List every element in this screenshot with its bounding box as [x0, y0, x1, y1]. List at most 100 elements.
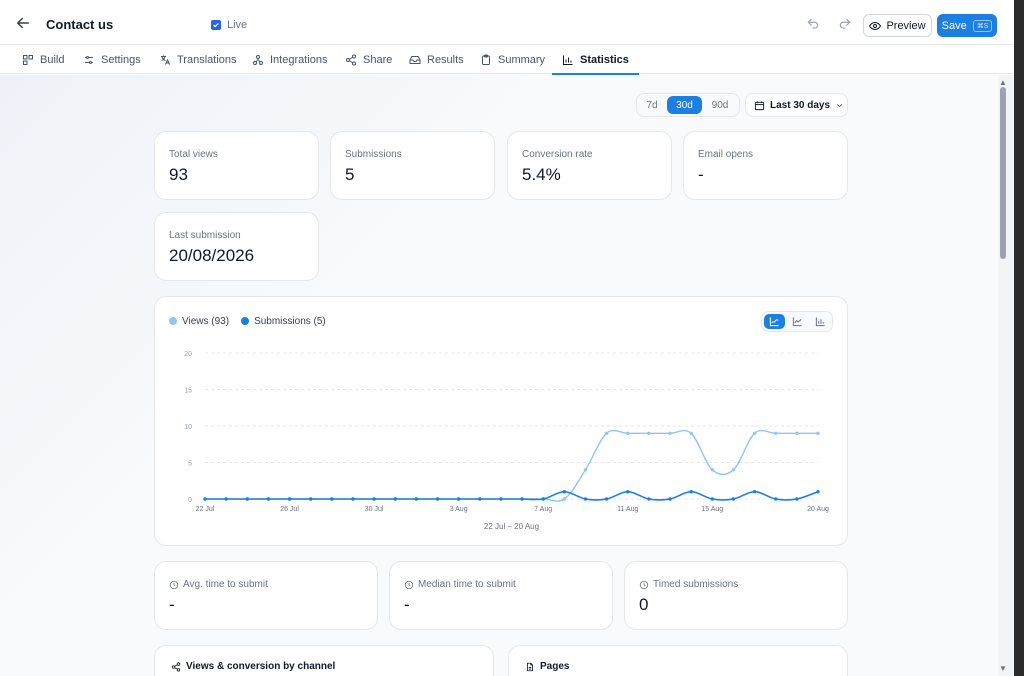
blocks-icon	[23, 54, 33, 65]
clipboard-icon	[482, 54, 490, 65]
stat-label: Email opens	[698, 149, 754, 160]
date-range-label: Last 30 days	[770, 99, 831, 111]
live-label: Live	[227, 19, 248, 31]
data-point-submissions	[414, 497, 419, 501]
data-point-submissions	[308, 497, 313, 501]
stat-value: -	[404, 595, 410, 614]
stat-value: 20/08/2026	[169, 246, 255, 265]
back-arrow-icon[interactable]	[14, 14, 32, 32]
stat-label: Last submission	[169, 230, 241, 241]
data-point-views	[752, 431, 757, 435]
stat-label: Timed submissions	[653, 579, 739, 590]
range-selector: 7d 30d 90d	[636, 93, 740, 117]
stat-card-avg-time: Avg. time to submit -	[154, 561, 378, 630]
data-point-submissions	[668, 497, 672, 501]
data-point-views	[731, 468, 736, 472]
y-tick-label: 15	[184, 388, 192, 395]
data-point-submissions	[689, 490, 693, 494]
x-tick-label: 30 Jul	[365, 506, 384, 513]
stat-value: 5.4%	[522, 165, 561, 184]
stat-label: Total views	[169, 149, 218, 160]
data-point-submissions	[774, 497, 778, 501]
eye-icon	[869, 21, 882, 30]
tab-share[interactable]: Share	[345, 45, 392, 74]
sliders-icon	[85, 55, 93, 64]
data-point-submissions	[372, 497, 376, 501]
data-point-submissions	[499, 497, 503, 501]
stat-value: -	[698, 165, 704, 184]
chevron-down-icon	[836, 103, 843, 107]
clock-icon	[169, 580, 179, 589]
plug-icon	[253, 54, 263, 65]
tab-settings[interactable]: Settings	[83, 45, 141, 74]
date-range-dropdown[interactable]: Last 30 days	[745, 93, 848, 117]
x-axis-label: 22 Jul – 20 Aug	[484, 522, 539, 531]
x-tick-label: 11 Aug	[617, 506, 638, 513]
bar-chart-icon	[563, 55, 573, 65]
redo-icon[interactable]	[838, 17, 852, 31]
data-point-submissions	[541, 497, 545, 501]
section-title-row: Pages	[525, 661, 569, 672]
stat-card-submissions: Submissions 5	[330, 131, 495, 200]
data-point-submissions	[435, 497, 440, 501]
clock-icon	[404, 580, 414, 589]
scroll-down-arrow-icon[interactable]: ▼	[999, 664, 1007, 673]
range-30d[interactable]: 30d	[667, 96, 702, 114]
data-point-submissions	[287, 497, 292, 501]
checkbox-checked-icon[interactable]	[211, 20, 221, 30]
stat-value: -	[169, 595, 175, 614]
tab-summary[interactable]: Summary	[480, 45, 545, 74]
stat-card-email-opens: Email opens -	[683, 131, 848, 200]
data-point-views	[562, 497, 567, 501]
x-tick-label: 3 Aug	[450, 506, 468, 513]
tab-translations[interactable]: Translations	[159, 45, 237, 74]
x-tick-label: 15 Aug	[701, 506, 723, 513]
window-edge	[1014, 0, 1024, 676]
range-7d[interactable]: 7d	[642, 96, 662, 114]
tab-results[interactable]: Results	[409, 45, 464, 74]
preview-button[interactable]: Preview	[863, 14, 932, 37]
tab-integrations[interactable]: Integrations	[252, 45, 327, 74]
top-bar: Contact us Live Preview Save ⌘S	[0, 0, 1014, 45]
data-point-submissions	[393, 497, 397, 501]
tab-label: Translations	[177, 53, 237, 66]
data-point-submissions	[626, 490, 630, 494]
data-point-views	[583, 468, 588, 472]
stat-label: Avg. time to submit	[183, 579, 268, 590]
stat-label-row: Timed submissions	[639, 579, 738, 590]
data-point-submissions	[224, 497, 228, 501]
stat-label: Conversion rate	[522, 149, 593, 160]
data-point-submissions	[604, 497, 609, 501]
tab-label: Share	[363, 53, 393, 66]
series-line-submissions	[204, 490, 819, 501]
stat-label: Submissions	[345, 149, 402, 160]
stat-label-row: Median time to submit	[404, 579, 516, 590]
save-button[interactable]: Save ⌘S	[937, 14, 997, 37]
live-toggle[interactable]: Live	[211, 19, 247, 31]
tab-label: Results	[427, 53, 464, 66]
data-point-submissions	[456, 497, 461, 501]
form-title: Contact us	[46, 17, 114, 32]
clock-icon	[639, 580, 649, 589]
preview-label: Preview	[886, 19, 926, 32]
channel-card: Views & conversion by channel	[154, 645, 494, 676]
y-tick-label: 20	[184, 351, 192, 358]
data-point-submissions	[647, 497, 651, 501]
data-point-submissions	[562, 490, 567, 494]
y-tick-label: 5	[188, 461, 192, 468]
data-point-views	[816, 431, 820, 435]
data-point-submissions	[816, 490, 820, 494]
tab-build[interactable]: Build	[22, 45, 64, 74]
stat-card-timed-submissions: Timed submissions 0	[624, 561, 848, 630]
scroll-up-arrow-icon[interactable]: ▲	[999, 78, 1007, 87]
scrollbar-thumb[interactable]	[1000, 87, 1006, 259]
range-90d[interactable]: 90d	[707, 96, 733, 114]
calendar-icon	[754, 100, 765, 110]
undo-icon[interactable]	[806, 17, 820, 31]
tab-label: Summary	[498, 53, 546, 66]
tab-statistics[interactable]: Statistics	[552, 45, 639, 75]
x-tick-label: 7 Aug	[534, 506, 552, 513]
share-icon	[346, 54, 356, 65]
data-point-views	[668, 431, 672, 435]
data-point-submissions	[203, 497, 207, 501]
